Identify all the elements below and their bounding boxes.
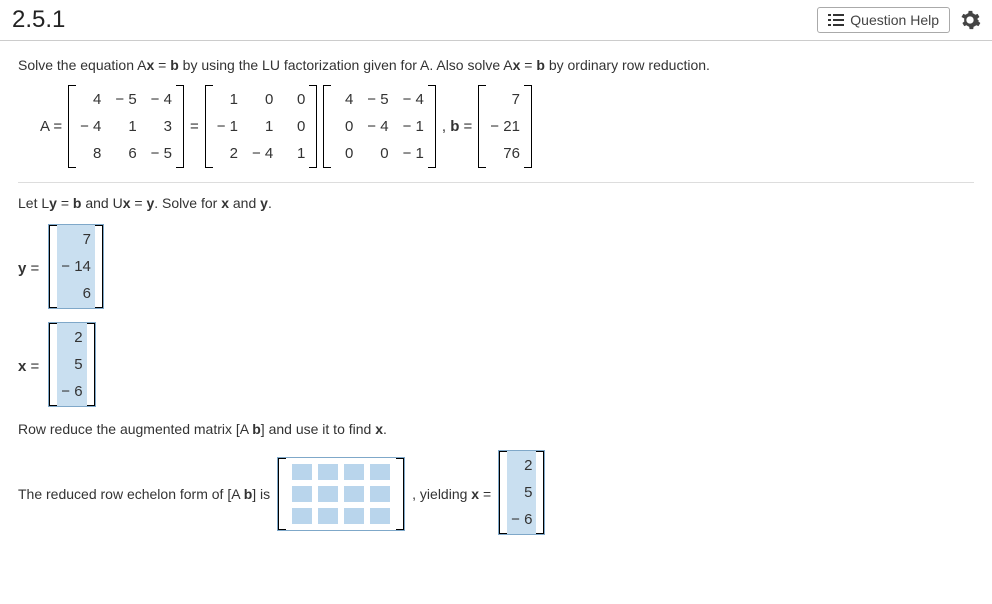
cell: − 4 <box>367 118 388 135</box>
step2-text: Row reduce the augmented matrix [A b] an… <box>18 421 974 437</box>
cell: − 6 <box>511 511 532 528</box>
matrix-input-cell[interactable] <box>344 464 364 480</box>
y-answer-box[interactable]: 7 − 14 6 <box>49 225 103 311</box>
matrix-input-cell[interactable] <box>292 464 312 480</box>
matrix-A: 4 − 5 − 4 − 4 13 86 − 5 <box>68 85 184 168</box>
list-icon <box>828 13 844 27</box>
instruction-text: Solve the equation Ax = b by using the L… <box>18 57 974 73</box>
settings-button[interactable] <box>956 6 984 34</box>
x2-answer-box[interactable]: 2 5 − 6 <box>499 451 544 537</box>
matrix-input-cell[interactable] <box>370 464 390 480</box>
cell: 4 <box>335 91 353 108</box>
matrix-input-cell[interactable] <box>344 486 364 502</box>
matrix-input-cell[interactable] <box>318 508 338 524</box>
y-label: y = <box>18 260 39 277</box>
cell: − 6 <box>61 383 82 400</box>
cell: 1 <box>217 91 238 108</box>
cell: − 1 <box>403 118 424 135</box>
cell: 0 <box>287 91 305 108</box>
divider <box>18 182 974 183</box>
matrix-input-cell[interactable] <box>344 508 364 524</box>
cell: 5 <box>511 484 532 501</box>
final-row: The reduced row echelon form of [A b] is… <box>18 451 974 537</box>
cell: 0 <box>335 145 353 162</box>
cell: 6 <box>61 285 91 302</box>
matrix-input-cell[interactable] <box>318 464 338 480</box>
cell: − 4 <box>252 145 273 162</box>
cell: 5 <box>61 356 82 373</box>
gear-icon <box>959 9 981 31</box>
cell: 3 <box>151 118 172 135</box>
cell: 1 <box>115 118 136 135</box>
question-help-label: Question Help <box>850 12 939 28</box>
cell: − 4 <box>80 118 101 135</box>
final-pre-text: The reduced row echelon form of [A b] is <box>18 486 270 502</box>
cell: − 5 <box>367 91 388 108</box>
equation-row: A = 4− 5− 4 − 413 86− 5 = 100 − 110 2− 4… <box>40 85 974 168</box>
cell: 7 <box>61 231 91 248</box>
cell: 0 <box>287 118 305 135</box>
cell: − 1 <box>217 118 238 135</box>
cell: 2 <box>217 145 238 162</box>
cell: − 4 <box>403 91 424 108</box>
cell: 0 <box>252 91 273 108</box>
matrix-U: 4− 5− 4 0− 4− 1 00− 1 <box>323 85 436 168</box>
cell: 1 <box>287 145 305 162</box>
content-area: Solve the equation Ax = b by using the L… <box>0 41 992 549</box>
rref-input-matrix[interactable] <box>278 458 404 530</box>
x-row: x = 2 5 − 6 <box>18 323 974 409</box>
cell: − 5 <box>151 145 172 162</box>
header-actions: Question Help <box>817 6 984 34</box>
question-help-button[interactable]: Question Help <box>817 7 950 33</box>
matrix-input-cell[interactable] <box>292 508 312 524</box>
cell: 76 <box>490 145 520 162</box>
cell: 2 <box>61 329 82 346</box>
matrix-L: 100 − 110 2− 41 <box>205 85 318 168</box>
question-number: 2.5.1 <box>8 4 69 36</box>
matrix-input-cell[interactable] <box>370 508 390 524</box>
matrix-input-cell[interactable] <box>370 486 390 502</box>
step1-text: Let Ly = b and Ux = y. Solve for x and y… <box>18 195 974 211</box>
y-row: y = 7 − 14 6 <box>18 225 974 311</box>
equals-sign: = <box>190 118 199 135</box>
A-label: A = <box>40 118 62 135</box>
final-mid-text: , yielding x = <box>412 486 491 502</box>
cell: 1 <box>252 118 273 135</box>
b-label: , b = <box>442 118 472 135</box>
cell: 0 <box>335 118 353 135</box>
matrix-input-cell[interactable] <box>292 486 312 502</box>
header-bar: 2.5.1 Question Help <box>0 0 992 41</box>
cell: − 4 <box>151 91 172 108</box>
cell: − 14 <box>61 258 91 275</box>
cell: 7 <box>490 91 520 108</box>
cell: 8 <box>80 145 101 162</box>
x-label: x = <box>18 358 39 375</box>
matrix-input-cell[interactable] <box>318 486 338 502</box>
x-answer-box[interactable]: 2 5 − 6 <box>49 323 94 409</box>
cell: 2 <box>511 457 532 474</box>
cell: 4 <box>80 91 101 108</box>
cell: − 21 <box>490 118 520 135</box>
cell: − 5 <box>115 91 136 108</box>
cell: − 1 <box>403 145 424 162</box>
cell: 6 <box>115 145 136 162</box>
cell: 0 <box>367 145 388 162</box>
vector-b: 7 − 21 76 <box>478 85 532 168</box>
